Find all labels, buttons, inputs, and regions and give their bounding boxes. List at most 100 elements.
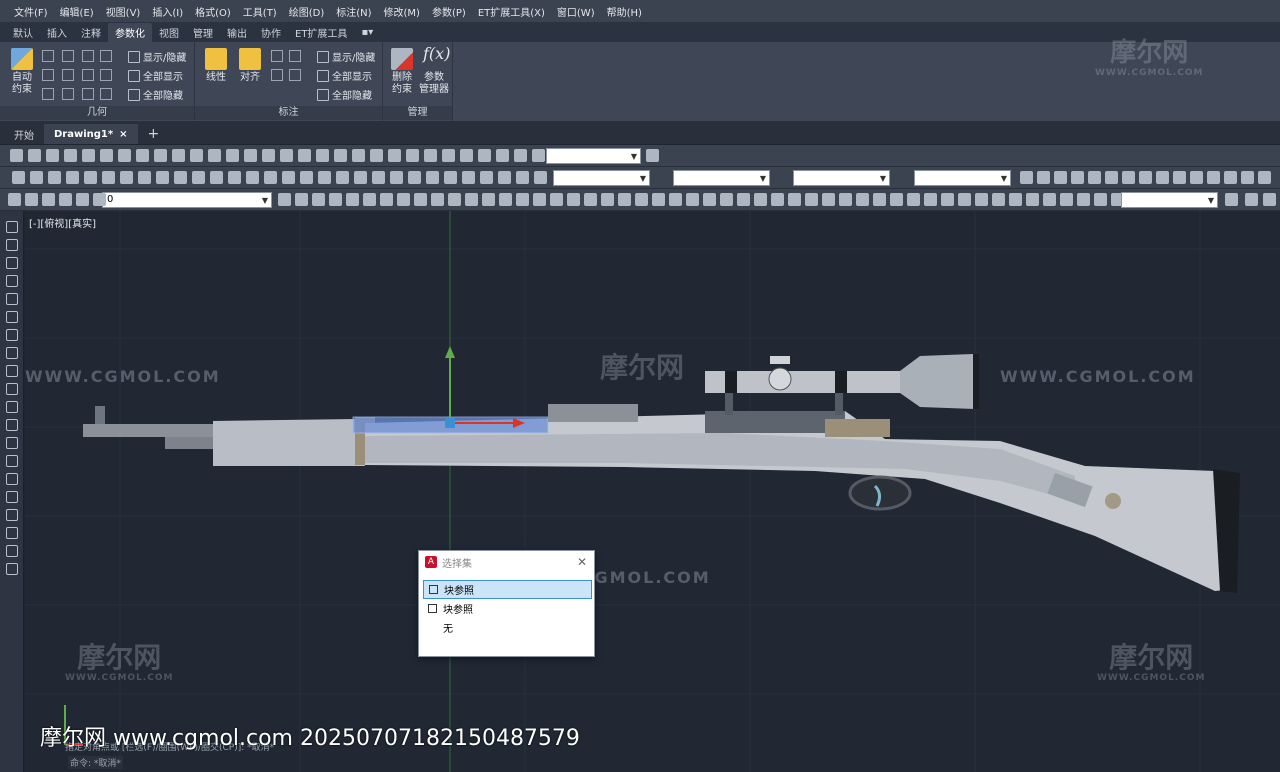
menu-item[interactable]: 参数(P)	[426, 4, 472, 19]
ribbon-tab[interactable]: 协作	[254, 23, 288, 42]
modeling-tool-icon[interactable]	[262, 149, 275, 162]
collinear-icon[interactable]	[62, 50, 74, 62]
standard-tool-icon[interactable]	[30, 171, 43, 184]
draw-tool-icon[interactable]	[1054, 171, 1067, 184]
menu-item[interactable]: ET扩展工具(X)	[472, 4, 551, 19]
dimension-tool-icon[interactable]	[380, 193, 393, 206]
geo-show-hide-button[interactable]: 显示/隐藏	[128, 49, 186, 64]
modeling-tool-icon[interactable]	[514, 149, 527, 162]
misc-tool-icon[interactable]	[1225, 193, 1238, 206]
dimension-tool-icon[interactable]	[754, 193, 767, 206]
close-icon[interactable]: ×	[119, 129, 127, 140]
misc-tool-icon[interactable]	[1245, 193, 1258, 206]
modeling-tool-icon[interactable]	[226, 149, 239, 162]
standard-tool-icon[interactable]	[228, 171, 241, 184]
ribbon-tab[interactable]: 视图	[152, 23, 186, 42]
modeling-tool-icon[interactable]	[208, 149, 221, 162]
dimension-tool-icon[interactable]	[992, 193, 1005, 206]
equal-icon[interactable]	[100, 88, 112, 100]
geo-show-all-button[interactable]: 全部显示	[128, 68, 183, 83]
dim-show-hide-button[interactable]: 显示/隐藏	[317, 49, 375, 64]
standard-tool-icon[interactable]	[318, 171, 331, 184]
horizontal-icon[interactable]	[82, 69, 94, 81]
standard-tool-icon[interactable]	[102, 171, 115, 184]
draw-tool-icon[interactable]	[1088, 171, 1101, 184]
perpendicular-icon[interactable]	[62, 69, 74, 81]
dimension-tool-icon[interactable]	[448, 193, 461, 206]
standard-tool-icon[interactable]	[192, 171, 205, 184]
dim-style-combo[interactable]: ▼	[1121, 192, 1218, 208]
draw-tool-icon[interactable]	[6, 311, 18, 323]
checkbox-icon[interactable]	[429, 585, 438, 594]
draw-tool-icon[interactable]	[6, 329, 18, 341]
modeling-tool-icon[interactable]	[478, 149, 491, 162]
modeling-tool-icon[interactable]	[190, 149, 203, 162]
dimension-tool-icon[interactable]	[567, 193, 580, 206]
ribbon-tab[interactable]: 插入	[40, 23, 74, 42]
draw-tool-icon[interactable]	[6, 473, 18, 485]
draw-tool-icon[interactable]	[6, 509, 18, 521]
modeling-tool-icon[interactable]	[352, 149, 365, 162]
vertical-icon[interactable]	[100, 69, 112, 81]
layer-tool-icon[interactable]	[59, 193, 72, 206]
draw-tool-icon[interactable]	[6, 527, 18, 539]
style-combo[interactable]: ▼	[914, 170, 1011, 186]
gizmo-y-arrow[interactable]	[445, 346, 455, 358]
draw-tool-icon[interactable]	[6, 563, 18, 575]
dimension-tool-icon[interactable]	[278, 193, 291, 206]
draw-tool-icon[interactable]	[6, 347, 18, 359]
dimension-tool-icon[interactable]	[397, 193, 410, 206]
draw-tool-icon[interactable]	[6, 419, 18, 431]
dimension-tool-icon[interactable]	[1060, 193, 1073, 206]
dimension-tool-icon[interactable]	[482, 193, 495, 206]
command-line[interactable]: 命令: *取消*	[68, 756, 123, 769]
lock-icon[interactable]	[100, 50, 112, 62]
dimension-tool-icon[interactable]	[975, 193, 988, 206]
standard-tool-icon[interactable]	[264, 171, 277, 184]
draw-tool-icon[interactable]	[1071, 171, 1084, 184]
new-tab-button[interactable]: +	[138, 124, 170, 144]
layer-tool-icon[interactable]	[8, 193, 21, 206]
menu-item[interactable]: 格式(O)	[189, 4, 237, 19]
menu-item[interactable]: 视图(V)	[100, 4, 147, 19]
standard-tool-icon[interactable]	[210, 171, 223, 184]
aligned-button[interactable]: 对齐	[235, 48, 265, 84]
modeling-tool-icon[interactable]	[460, 149, 473, 162]
visual-tool-icon[interactable]	[646, 149, 659, 162]
draw-tool-icon[interactable]	[6, 257, 18, 269]
draw-tool-icon[interactable]	[1190, 171, 1203, 184]
menu-item[interactable]: 修改(M)	[378, 4, 426, 19]
standard-tool-icon[interactable]	[156, 171, 169, 184]
tangent-icon[interactable]	[42, 88, 54, 100]
standard-tool-icon[interactable]	[408, 171, 421, 184]
draw-tool-icon[interactable]	[6, 239, 18, 251]
modeling-tool-icon[interactable]	[82, 149, 95, 162]
modeling-tool-icon[interactable]	[406, 149, 419, 162]
modeling-tool-icon[interactable]	[334, 149, 347, 162]
draw-tool-icon[interactable]	[6, 437, 18, 449]
auto-constrain-button[interactable]: 自动 约束	[6, 48, 38, 96]
delete-constraints-button[interactable]: 删除 约束	[387, 48, 417, 96]
dimension-tool-icon[interactable]	[550, 193, 563, 206]
dimension-tool-icon[interactable]	[1009, 193, 1022, 206]
style-combo[interactable]: ▼	[793, 170, 890, 186]
style-combo[interactable]: ▼	[673, 170, 770, 186]
concentric-icon[interactable]	[82, 50, 94, 62]
dimension-tool-icon[interactable]	[788, 193, 801, 206]
ribbon-tab-overflow-icon[interactable]: ▪▾	[354, 25, 380, 40]
dimension-tool-icon[interactable]	[516, 193, 529, 206]
draw-tool-icon[interactable]	[1224, 171, 1237, 184]
dimension-tool-icon[interactable]	[856, 193, 869, 206]
draw-tool-icon[interactable]	[1122, 171, 1135, 184]
drawing-viewport[interactable]: WWW.CGMOL.COM WWW.CGMOL.COM WWW.CGMOL.CO…	[25, 211, 1280, 772]
convert-icon[interactable]	[289, 69, 301, 81]
dimension-tool-icon[interactable]	[669, 193, 682, 206]
standard-tool-icon[interactable]	[354, 171, 367, 184]
modeling-tool-icon[interactable]	[370, 149, 383, 162]
dimension-tool-icon[interactable]	[601, 193, 614, 206]
draw-tool-icon[interactable]	[6, 275, 18, 287]
selection-item[interactable]: 无	[423, 618, 592, 637]
dimension-tool-icon[interactable]	[431, 193, 444, 206]
dimension-tool-icon[interactable]	[1077, 193, 1090, 206]
draw-tool-icon[interactable]	[6, 401, 18, 413]
